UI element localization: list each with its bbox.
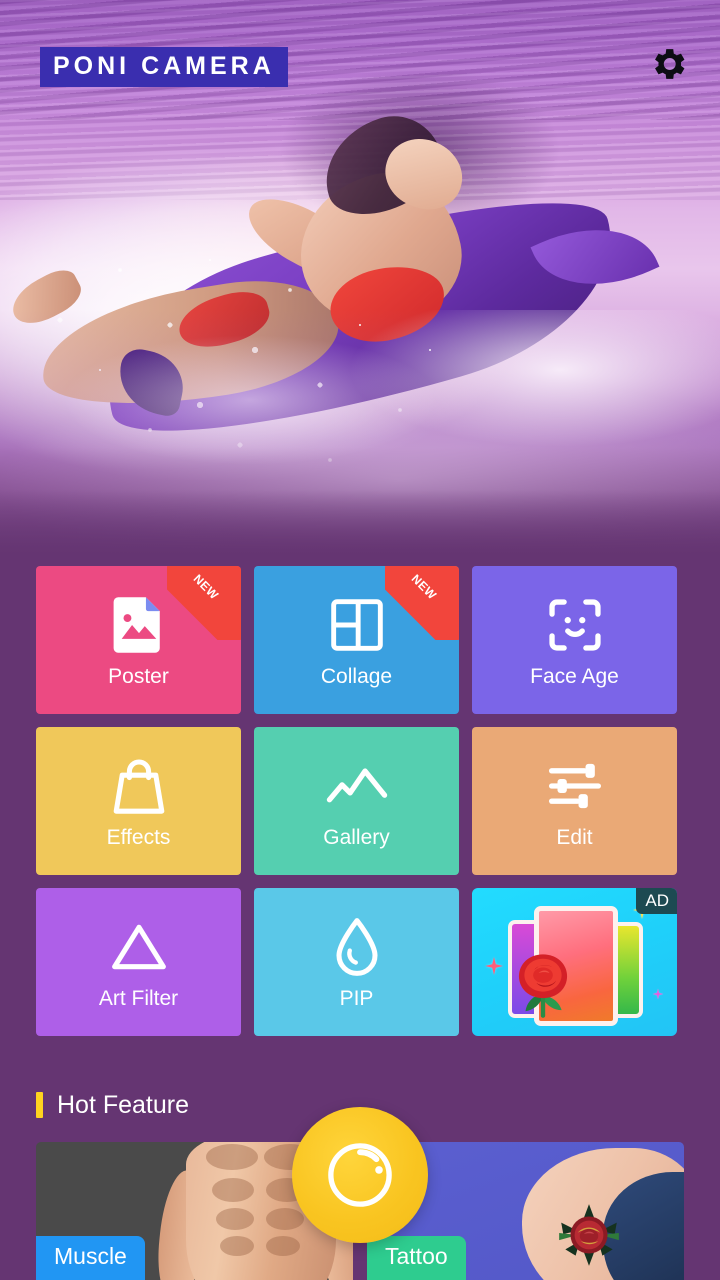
new-badge: NEW xyxy=(167,566,241,640)
hero-fade xyxy=(0,490,720,560)
gear-icon xyxy=(655,49,685,79)
tile-label: PIP xyxy=(339,986,374,1010)
tile-face-age[interactable]: Face Age xyxy=(472,566,677,714)
hot-card-label: Tattoo xyxy=(367,1236,466,1280)
tile-label: Effects xyxy=(106,825,171,849)
tile-label: Collage xyxy=(320,664,393,688)
tile-collage[interactable]: Collage NEW xyxy=(254,566,459,714)
tile-label: Gallery xyxy=(323,825,390,849)
camera-button[interactable] xyxy=(292,1107,428,1243)
tile-label: Poster xyxy=(108,664,169,688)
new-badge-text: NEW xyxy=(190,571,222,603)
tile-pip[interactable]: PIP xyxy=(254,888,459,1036)
mountains-icon xyxy=(326,755,388,817)
tile-ad[interactable]: AD xyxy=(472,888,677,1036)
triangle-icon xyxy=(110,916,168,978)
camera-shutter-icon xyxy=(328,1143,392,1207)
tile-label: Face Age xyxy=(530,664,619,688)
tile-effects[interactable]: Effects xyxy=(36,727,241,875)
sliders-icon xyxy=(547,755,603,817)
photo-document-icon xyxy=(111,594,167,656)
hot-feature-accent-bar xyxy=(36,1092,43,1118)
settings-button[interactable] xyxy=(644,40,692,88)
feature-grid: Poster NEW Collage NEW Face Age Effects … xyxy=(36,566,684,1036)
tile-label: Art Filter xyxy=(98,986,179,1010)
app-screen: PONI CAMERA Poster NEW Collage NEW Face … xyxy=(0,0,720,1280)
app-logo: PONI CAMERA xyxy=(40,47,288,87)
handbag-icon xyxy=(112,755,166,817)
face-scan-icon xyxy=(546,594,604,656)
water-drop-icon xyxy=(333,916,381,978)
new-badge: NEW xyxy=(385,566,459,640)
tile-poster[interactable]: Poster NEW xyxy=(36,566,241,714)
app-logo-text: PONI CAMERA xyxy=(53,52,275,80)
ad-rose-icon xyxy=(518,954,568,1018)
tile-art-filter[interactable]: Art Filter xyxy=(36,888,241,1036)
tile-edit[interactable]: Edit xyxy=(472,727,677,875)
hot-card-label: Muscle xyxy=(36,1236,145,1280)
tile-gallery[interactable]: Gallery xyxy=(254,727,459,875)
new-badge-text: NEW xyxy=(408,571,440,603)
hot-feature-title: Hot Feature xyxy=(57,1090,190,1119)
tattoo-rose-art xyxy=(559,1204,619,1266)
hot-feature-header: Hot Feature xyxy=(36,1092,189,1118)
tile-label: Edit xyxy=(556,825,593,849)
grid-layout-icon xyxy=(329,594,385,656)
ad-badge: AD xyxy=(636,888,677,914)
